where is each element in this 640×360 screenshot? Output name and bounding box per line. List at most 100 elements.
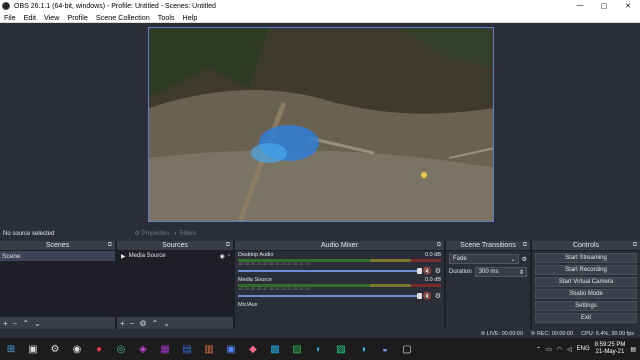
- clock-time: 8:59:25 PM: [594, 342, 626, 348]
- menu-tools[interactable]: Tools: [154, 13, 179, 22]
- volume-slider[interactable]: [238, 268, 422, 274]
- channel-name: Desktop Audio: [238, 252, 274, 258]
- app-icon[interactable]: ◒: [374, 338, 396, 360]
- filters-label: Filters: [179, 230, 197, 237]
- volume-slider[interactable]: [238, 293, 422, 299]
- volume-icon[interactable]: ◁: [567, 346, 572, 353]
- clock[interactable]: 8:59:25 PM 21-May-21: [595, 342, 626, 356]
- remove-scene-button[interactable]: −: [13, 319, 18, 328]
- settings-app-icon[interactable]: ⚙: [44, 338, 66, 360]
- preview-area: [0, 23, 640, 226]
- wifi-icon[interactable]: ◠: [557, 346, 562, 353]
- dock-float-icon[interactable]: ⧉: [437, 242, 441, 249]
- live-time: LIVE: 00:00:00: [486, 330, 524, 337]
- transition-select[interactable]: Fade ⌄: [449, 254, 519, 264]
- word-icon[interactable]: ▤: [176, 338, 198, 360]
- app-icon[interactable]: ◈: [132, 338, 154, 360]
- app-icon[interactable]: ▥: [198, 338, 220, 360]
- notifications-icon[interactable]: ▤: [630, 346, 636, 353]
- meter-ticks: -60 -55 -50 -45 -40 -35 -30 -25 -20 -15 …: [238, 262, 311, 266]
- add-scene-button[interactable]: +: [3, 319, 8, 328]
- sources-dock: Sources ⧉ ▶ Media Source ◉ ▫ + − ⚙ ⌃ ⌄: [117, 241, 233, 329]
- app-icon[interactable]: ◆: [242, 338, 264, 360]
- app-icon[interactable]: ▧: [286, 338, 308, 360]
- dock-float-icon[interactable]: ⧉: [633, 242, 637, 249]
- menu-edit[interactable]: Edit: [20, 13, 40, 22]
- visibility-eye-icon[interactable]: ◉: [220, 253, 225, 260]
- edge-icon[interactable]: ◐: [308, 338, 330, 360]
- dock-float-icon[interactable]: ⧉: [523, 242, 527, 249]
- gear-icon[interactable]: ⚙: [522, 256, 527, 263]
- start-virtual-camera-button[interactable]: Start Virtual Camera: [535, 277, 637, 287]
- trello-icon[interactable]: ▩: [264, 338, 286, 360]
- tray-up-arrow-icon[interactable]: ⌃: [536, 346, 541, 353]
- rec-dot-icon: [531, 330, 536, 335]
- move-down-button[interactable]: ⌄: [163, 319, 170, 328]
- app-icon[interactable]: ◑: [352, 338, 374, 360]
- source-properties-gear-icon[interactable]: ⚙: [139, 319, 146, 328]
- minimize-button[interactable]: —: [568, 2, 592, 10]
- app-icon[interactable]: ◎: [110, 338, 132, 360]
- clock-date: 21-May-21: [595, 349, 625, 355]
- dock-float-icon[interactable]: ⧉: [226, 242, 230, 249]
- menu-help[interactable]: Help: [179, 13, 202, 22]
- menu-scene-collection[interactable]: Scene Collection: [92, 13, 154, 22]
- network-icon[interactable]: ▭: [546, 346, 552, 353]
- maximize-button[interactable]: ▢: [592, 2, 616, 10]
- obs-app-icon[interactable]: ◉: [66, 338, 88, 360]
- exit-button[interactable]: Exit: [535, 313, 637, 323]
- sources-dock-header: Sources ⧉: [117, 241, 233, 251]
- muted-speaker-icon[interactable]: 🔇: [423, 267, 432, 275]
- dock-area: Scenes ⧉ Scene + − ⌃ ⌄ Sources ⧉ ▶ Media…: [0, 241, 640, 329]
- rec-time: REC: 00:00:00: [537, 330, 574, 337]
- video-preview[interactable]: [148, 27, 494, 222]
- properties-button[interactable]: ⚙ Properties: [134, 230, 169, 238]
- source-item[interactable]: ▶ Media Source ◉ ▫: [117, 251, 233, 261]
- filters-button[interactable]: ◐ Filters: [174, 231, 196, 237]
- menu-profile[interactable]: Profile: [63, 13, 91, 22]
- duration-input[interactable]: 300 ms ⇕: [474, 267, 527, 277]
- audio-mixer-title: Audio Mixer: [321, 242, 358, 249]
- volume-slider-knob[interactable]: [417, 293, 422, 299]
- sources-title: Sources: [162, 242, 188, 249]
- muted-speaker-icon[interactable]: 🔇: [423, 292, 432, 300]
- live-status: LIVE: 00:00:00: [480, 330, 524, 337]
- windows-taskbar: ⊞ ▣ ⚙ ◉ ● ◎ ◈ ▦ ▤ ▥ ▣ ◆ ▩ ▧ ◐ ▨ ◑ ◒ ▢ ⌃ …: [0, 338, 640, 360]
- lock-icon[interactable]: ▫: [228, 253, 230, 260]
- dock-float-icon[interactable]: ⧉: [108, 242, 112, 249]
- menu-file[interactable]: File: [0, 13, 20, 22]
- app-icon[interactable]: ▢: [396, 338, 418, 360]
- gear-icon[interactable]: ⚙: [435, 292, 441, 300]
- scene-transitions-header: Scene Transitions ⧉: [446, 241, 530, 251]
- windows-start-icon[interactable]: ⊞: [0, 338, 22, 360]
- filter-icon: ◐: [174, 230, 178, 237]
- app-icon[interactable]: ●: [88, 338, 110, 360]
- app-icon[interactable]: ▣: [220, 338, 242, 360]
- scenes-dock: Scenes ⧉ Scene + − ⌃ ⌄: [0, 241, 115, 329]
- gear-icon[interactable]: ⚙: [435, 267, 441, 275]
- remove-source-button[interactable]: −: [130, 319, 135, 328]
- task-view-icon[interactable]: ▣: [22, 338, 44, 360]
- language-indicator[interactable]: ENG: [577, 346, 590, 352]
- app-icon[interactable]: ▨: [330, 338, 352, 360]
- add-source-button[interactable]: +: [120, 319, 125, 328]
- settings-button[interactable]: Settings: [535, 301, 637, 311]
- transition-value: Fade: [453, 256, 467, 262]
- spinner-icon[interactable]: ⇕: [519, 269, 524, 276]
- onenote-icon[interactable]: ▦: [154, 338, 176, 360]
- move-up-button[interactable]: ⌃: [152, 319, 159, 328]
- gear-icon: ⚙: [134, 231, 140, 237]
- live-dot-icon: [480, 330, 485, 335]
- move-down-button[interactable]: ⌄: [34, 319, 41, 328]
- start-streaming-button[interactable]: Start Streaming: [535, 253, 637, 263]
- move-up-button[interactable]: ⌃: [22, 319, 29, 328]
- menu-view[interactable]: View: [40, 13, 63, 22]
- audio-mixer-dock: Audio Mixer ⧉ Desktop Audio 0.0 dB -60 -5…: [235, 241, 444, 329]
- volume-slider-knob[interactable]: [417, 268, 422, 274]
- controls-body: Start Streaming Start Recording Start Vi…: [532, 251, 640, 329]
- start-recording-button[interactable]: Start Recording: [535, 265, 637, 275]
- scene-item[interactable]: Scene: [0, 251, 115, 261]
- studio-mode-button[interactable]: Studio Mode: [535, 289, 637, 299]
- close-button[interactable]: ✕: [616, 2, 640, 10]
- scenes-dock-header: Scenes ⧉: [0, 241, 115, 251]
